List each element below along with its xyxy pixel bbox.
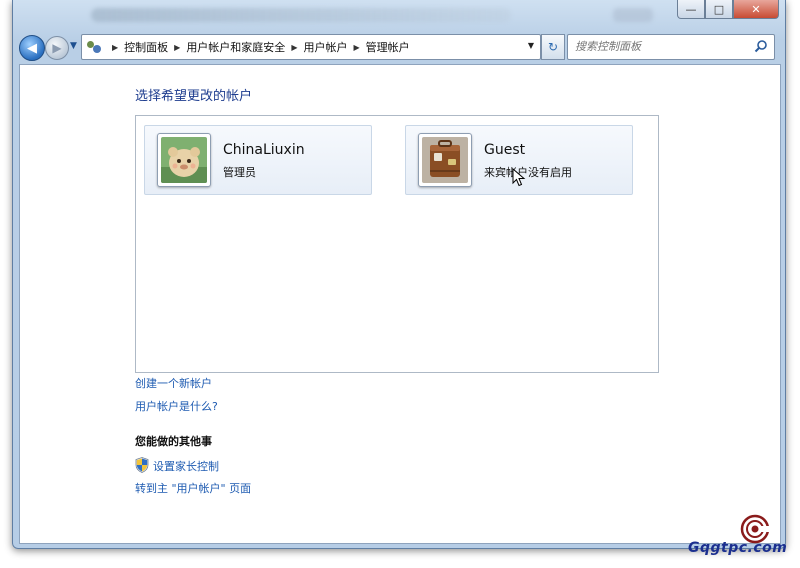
main-user-accounts-link[interactable]: 转到主 "用户帐户" 页面 <box>135 480 251 496</box>
mouse-pointer-icon <box>512 168 526 187</box>
search-input[interactable] <box>568 35 755 57</box>
caption-buttons: — □ ✕ <box>677 0 779 19</box>
account-tile-chinaliuxin[interactable]: ChinaLiuxin 管理员 <box>144 125 372 195</box>
blurred-title-region <box>91 8 511 22</box>
avatar-icon <box>161 137 207 183</box>
content-pane: 选择希望更改的帐户 ChinaLiuxin 管理员 Guest 来宾帐户没有启用… <box>19 64 781 544</box>
parental-controls-link[interactable]: 设置家长控制 <box>153 458 219 474</box>
refresh-icon: ↻ <box>547 40 559 54</box>
minimize-button[interactable]: — <box>677 0 705 19</box>
forward-button[interactable]: ▶ <box>45 36 69 60</box>
address-bar[interactable]: ▶ 控制面板 ▶ 用户帐户和家庭安全 ▶ 用户帐户 ▶ 管理帐户 ▼ <box>81 34 541 60</box>
breadcrumb-control-panel[interactable]: 控制面板 <box>124 39 168 55</box>
what-is-account-link[interactable]: 用户帐户是什么? <box>135 398 218 414</box>
navigation-bar: ◀ ▶ ▼ ▶ 控制面板 ▶ 用户帐户和家庭安全 ▶ 用户帐户 ▶ 管理帐户 ▼… <box>13 34 785 61</box>
avatar <box>157 133 211 187</box>
breadcrumb-arrow-icon[interactable]: ▶ <box>353 43 359 52</box>
maximize-icon: □ <box>713 2 725 16</box>
close-button[interactable]: ✕ <box>733 0 779 19</box>
refresh-button[interactable]: ↻ <box>541 34 565 60</box>
suitcase-icon <box>422 137 468 183</box>
watermark-text: Gqgtpc.com <box>688 540 788 556</box>
maximize-button[interactable]: □ <box>705 0 733 19</box>
blurred-title-icon <box>613 8 653 22</box>
account-type: 管理员 <box>223 166 256 179</box>
account-name: Guest <box>484 142 526 158</box>
other-tasks-heading: 您能做的其他事 <box>135 435 212 448</box>
breadcrumb-user-accounts[interactable]: 用户帐户 <box>303 39 347 55</box>
breadcrumb-manage-accounts[interactable]: 管理帐户 <box>366 39 410 55</box>
breadcrumb-arrow-icon[interactable]: ▶ <box>112 43 118 52</box>
avatar <box>418 133 472 187</box>
minimize-icon: — <box>685 2 697 16</box>
forward-arrow-icon: ▶ <box>52 41 62 55</box>
accounts-list: ChinaLiuxin 管理员 Guest 来宾帐户没有启用 <box>135 115 659 373</box>
back-button[interactable]: ◀ <box>19 35 45 61</box>
breadcrumb-arrow-icon[interactable]: ▶ <box>291 43 297 52</box>
breadcrumb-arrow-icon[interactable]: ▶ <box>174 43 180 52</box>
search-box[interactable] <box>567 34 775 60</box>
account-name: ChinaLiuxin <box>223 142 305 158</box>
breadcrumb-user-accounts-family[interactable]: 用户帐户和家庭安全 <box>186 39 285 55</box>
page-title: 选择希望更改的帐户 <box>135 89 253 104</box>
shield-icon <box>135 457 149 473</box>
recent-pages-dropdown-icon[interactable]: ▼ <box>70 41 77 51</box>
close-icon: ✕ <box>751 2 761 16</box>
back-arrow-icon: ◀ <box>27 40 37 56</box>
address-dropdown-icon[interactable]: ▼ <box>528 41 534 50</box>
account-status: 来宾帐户没有启用 <box>484 166 572 179</box>
create-account-link[interactable]: 创建一个新帐户 <box>135 375 212 391</box>
control-panel-window: — □ ✕ ◀ ▶ ▼ ▶ 控制面板 ▶ 用户帐户和家庭安全 ▶ 用户帐户 ▶ … <box>12 0 786 549</box>
title-bar[interactable]: — □ ✕ <box>13 0 785 30</box>
users-icon <box>86 39 102 55</box>
search-icon[interactable] <box>754 39 768 53</box>
